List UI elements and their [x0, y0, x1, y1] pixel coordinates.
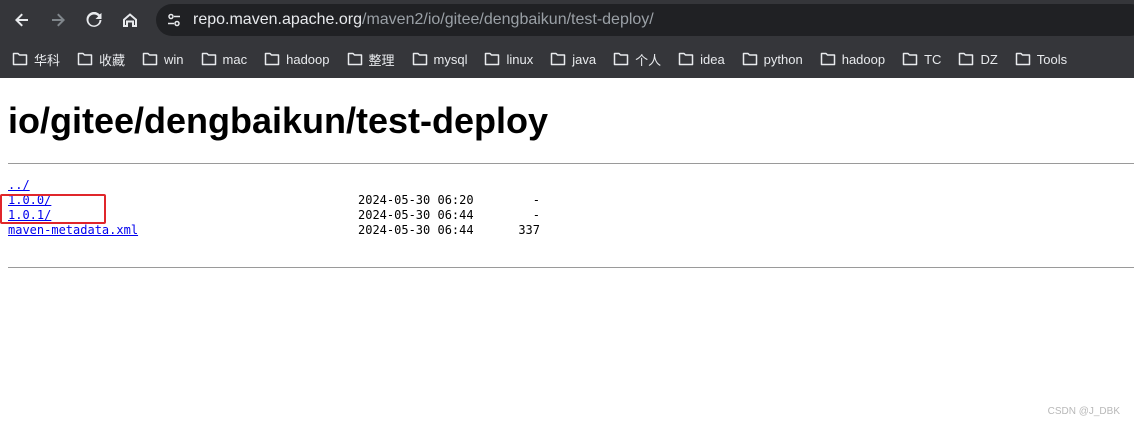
bookmark-item[interactable]: 收藏: [77, 45, 125, 73]
list-item: maven-metadata.xml 2024-05-30 06:44 337: [8, 223, 568, 238]
folder-icon: [958, 52, 974, 66]
address-bar[interactable]: repo.maven.apache.org/maven2/io/gitee/de…: [156, 4, 1134, 36]
reload-icon: [86, 12, 102, 27]
bookmarks-bar: 华科 收藏 win mac hadoop 整理 mysql linux java 个人 idea py…: [0, 40, 1134, 78]
bookmark-item[interactable]: 个人: [613, 45, 661, 73]
bookmark-label: 整理: [368, 52, 395, 68]
divider-bottom: [8, 267, 1134, 268]
entry-size: 337: [518, 223, 540, 237]
bookmark-label: DZ: [980, 51, 998, 67]
bookmark-item[interactable]: hadoop: [820, 45, 885, 73]
bookmark-label: idea: [700, 51, 725, 67]
bookmark-item[interactable]: mac: [201, 45, 248, 73]
entry-size: -: [532, 193, 540, 207]
entry-link-maven-metadata[interactable]: maven-metadata.xml: [8, 223, 138, 238]
bookmark-item[interactable]: 整理: [347, 45, 395, 73]
url-path: /maven2/io/gitee/dengbaikun/test-deploy/: [362, 11, 654, 28]
bookmark-label: 收藏: [99, 52, 126, 68]
folder-icon: [412, 52, 428, 66]
entry-date: 2024-05-30 06:44: [358, 223, 474, 237]
bookmark-label: win: [164, 51, 184, 67]
folder-icon: [742, 52, 758, 66]
bookmark-item[interactable]: hadoop: [264, 45, 330, 73]
folder-icon: [613, 52, 629, 66]
highlight-box: [0, 194, 106, 224]
url-text[interactable]: repo.maven.apache.org/maven2/io/gitee/de…: [193, 4, 654, 36]
bookmark-label: Tools: [1036, 51, 1068, 67]
bookmark-item[interactable]: idea: [678, 45, 725, 73]
bookmark-item[interactable]: java: [550, 45, 596, 73]
browser-toolbar: repo.maven.apache.org/maven2/io/gitee/de…: [0, 0, 1134, 40]
home-icon: [123, 13, 137, 27]
bookmark-label: 个人: [635, 52, 662, 68]
bookmark-label: 华科: [34, 52, 61, 68]
folder-icon: [1015, 52, 1031, 66]
divider-top: [8, 163, 1134, 164]
bookmark-label: mac: [222, 51, 248, 67]
bookmark-item[interactable]: Tools: [1015, 45, 1067, 73]
bookmark-item[interactable]: DZ: [958, 45, 998, 73]
back-button[interactable]: [9, 7, 35, 33]
folder-icon: [678, 52, 694, 66]
folder-icon: [264, 52, 280, 66]
folder-icon: [142, 52, 158, 66]
site-info-button[interactable]: [164, 10, 184, 30]
bookmark-label: hadoop: [286, 51, 330, 67]
folder-icon: [347, 52, 363, 66]
bookmark-label: linux: [506, 51, 534, 67]
list-item: ../: [8, 178, 568, 193]
bookmark-label: hadoop: [841, 51, 886, 67]
folder-icon: [484, 52, 500, 66]
bookmark-item[interactable]: 华科: [12, 45, 60, 73]
folder-icon: [902, 52, 918, 66]
bookmark-label: TC: [924, 51, 942, 67]
bookmark-item[interactable]: win: [142, 45, 184, 73]
bookmark-item[interactable]: python: [742, 45, 803, 73]
bookmark-item[interactable]: TC: [902, 45, 941, 73]
watermark: CSDN @J_DBK: [1047, 406, 1120, 417]
folder-icon: [201, 52, 217, 66]
arrow-left-icon: [15, 13, 28, 27]
arrow-right-icon: [52, 13, 65, 27]
entry-size: -: [532, 208, 540, 222]
folder-icon: [77, 52, 93, 66]
page-title: io/gitee/dengbaikun/test-deploy: [8, 100, 549, 141]
folder-icon: [820, 52, 836, 66]
url-host: repo.maven.apache.org: [193, 11, 362, 28]
home-button[interactable]: [117, 7, 143, 33]
entry-date: 2024-05-30 06:44: [358, 208, 474, 222]
bookmark-label: python: [763, 51, 803, 67]
folder-icon: [12, 52, 28, 66]
reload-button[interactable]: [81, 7, 107, 33]
entry-link-parent[interactable]: ../: [8, 178, 30, 193]
bookmark-item[interactable]: linux: [484, 45, 533, 73]
tune-icon: [168, 13, 180, 27]
bookmark-label: java: [572, 51, 597, 67]
bookmark-item[interactable]: mysql: [412, 45, 468, 73]
entry-date: 2024-05-30 06:20: [358, 193, 474, 207]
folder-icon: [550, 52, 566, 66]
forward-button[interactable]: [45, 7, 71, 33]
bookmark-label: mysql: [433, 51, 468, 67]
